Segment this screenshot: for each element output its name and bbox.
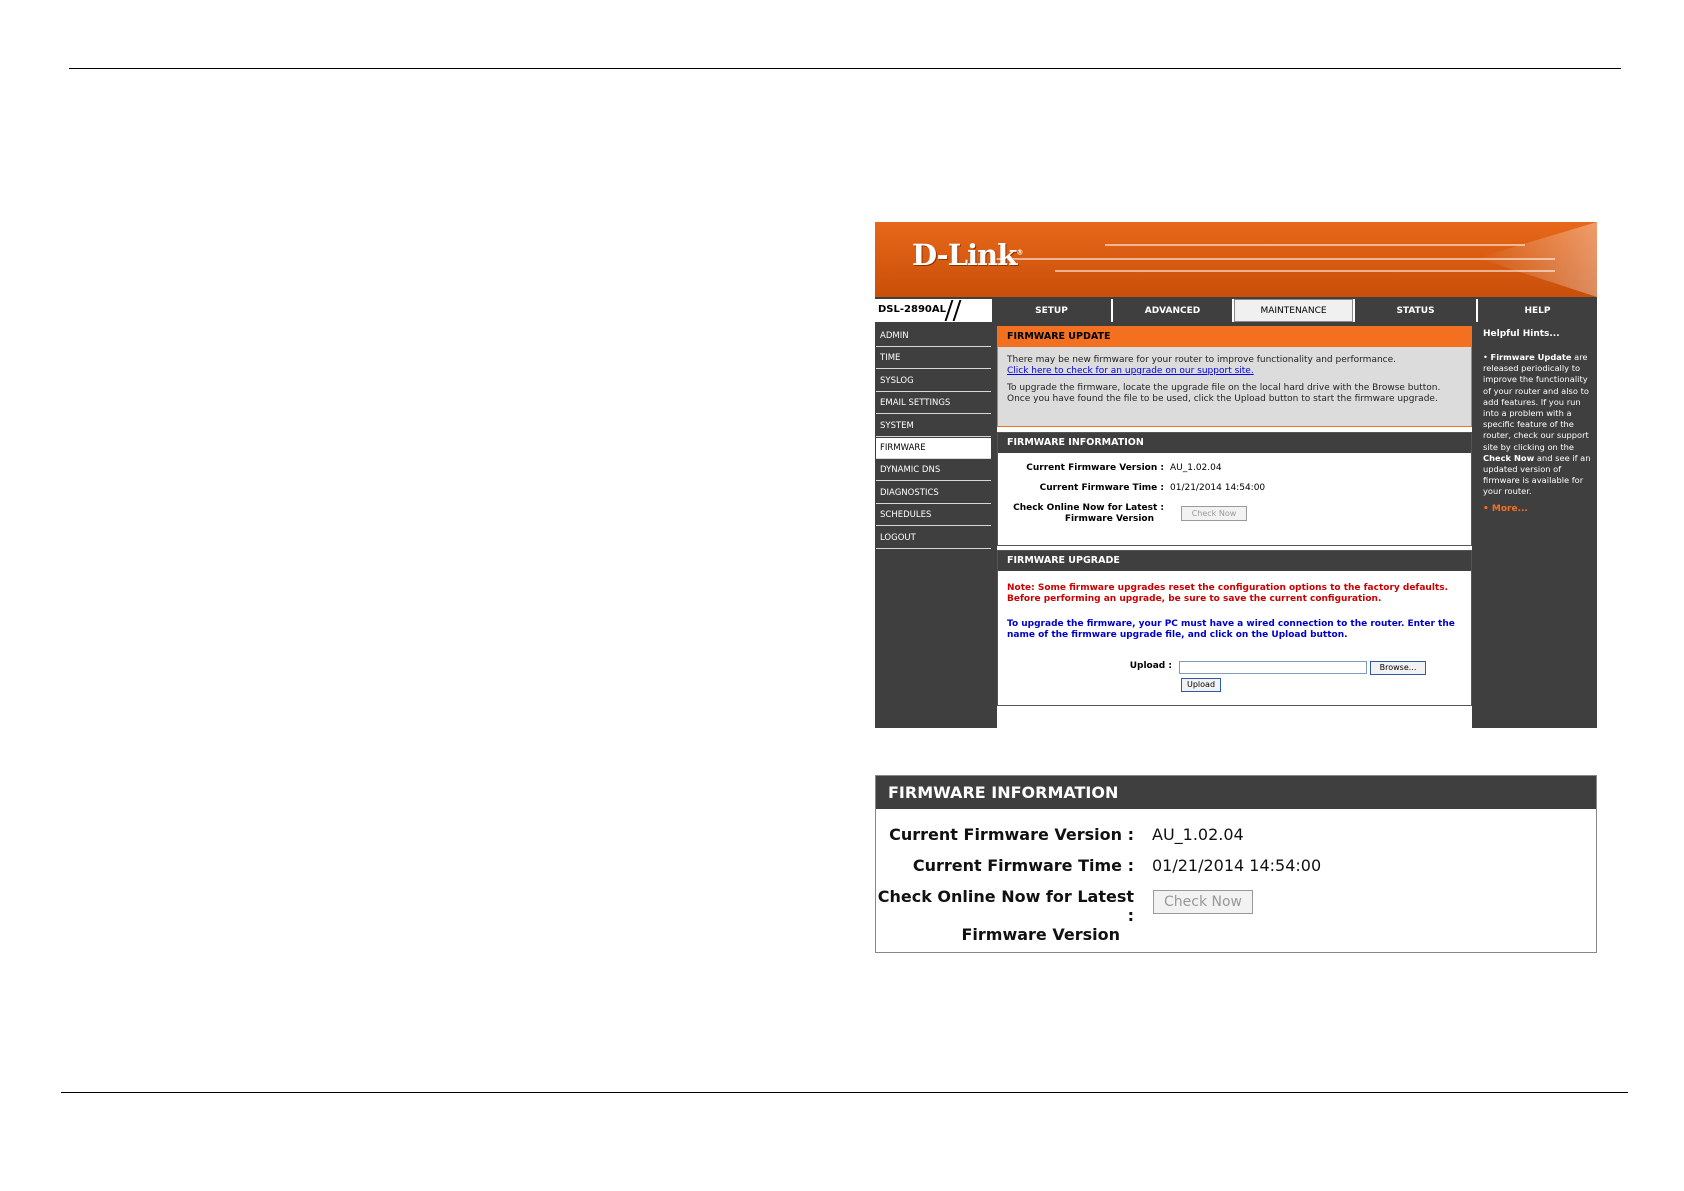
sidebar-item-system[interactable]: SYSTEM [876,416,991,437]
firmware-upgrade-title: FIRMWARE UPGRADE [998,551,1471,571]
zoom-check-label: Check Online Now for Latest : Firmware V… [877,887,1134,944]
sidebar-item-syslog[interactable]: SYSLOG [876,371,991,392]
top-rule [69,68,1621,69]
sidebar: ADMIN TIME SYSLOG EMAIL SETTINGS SYSTEM … [876,326,991,550]
tab-setup[interactable]: SETUP [992,299,1111,322]
model-badge: DSL-2890AL [875,299,990,322]
zoom-check-now-button[interactable]: Check Now [1153,890,1253,914]
time-value: 01/21/2014 14:54:00 [1170,483,1266,493]
firmware-update-panel: FIRMWARE UPDATE There may be new firmwar… [997,326,1472,427]
zoom-version-value: AU_1.02.04 [1152,825,1244,844]
sidebar-item-dynamic-dns[interactable]: DYNAMIC DNS [876,460,991,482]
version-value: AU_1.02.04 [1170,463,1222,473]
header-banner: D-Link® [875,222,1597,297]
sidebar-item-time[interactable]: TIME [876,348,991,370]
firmware-info-panel: FIRMWARE INFORMATION Current Firmware Ve… [997,432,1472,546]
hints-more-link[interactable]: • More... [1480,498,1597,514]
tab-status[interactable]: STATUS [1355,299,1476,322]
tab-advanced[interactable]: ADVANCED [1113,299,1232,322]
browse-button[interactable]: Browse... [1370,661,1426,675]
sidebar-item-email-settings[interactable]: EMAIL SETTINGS [876,393,991,415]
hints-body: • Firmware Update are released periodica… [1483,352,1591,497]
router-screenshot: D-Link® DSL-2890AL SETUP ADVANCED MAINTE… [875,222,1597,728]
firmware-info-zoom: FIRMWARE INFORMATION Current Firmware Ve… [875,775,1597,953]
sidebar-item-diagnostics[interactable]: DIAGNOSTICS [876,483,991,504]
check-label: Check Online Now for Latest : Firmware V… [1013,503,1164,524]
upgrade-note: Note: Some firmware upgrades reset the c… [1007,583,1448,604]
upgrade-instructions: To upgrade the firmware, your PC must ha… [1007,619,1455,640]
update-intro: There may be new firmware for your route… [1007,355,1397,365]
upload-label: Upload : [1129,661,1172,671]
firmware-info-title: FIRMWARE INFORMATION [998,433,1471,453]
sidebar-item-schedules[interactable]: SCHEDULES [876,505,991,527]
update-instructions: To upgrade the firmware, locate the upgr… [1007,383,1441,404]
check-now-button[interactable]: Check Now [1181,506,1247,521]
model-name: DSL-2890AL [878,304,946,315]
firmware-upgrade-panel: FIRMWARE UPGRADE Note: Some firmware upg… [997,550,1472,706]
upload-file-input[interactable] [1179,661,1367,674]
version-label: Current Firmware Version : [1026,463,1164,473]
bottom-rule [61,1092,1628,1093]
hints-title: Helpful Hints... [1483,329,1560,339]
upload-button[interactable]: Upload [1181,678,1221,692]
sidebar-item-logout[interactable]: LOGOUT [876,528,991,549]
nav-bar: DSL-2890AL SETUP ADVANCED MAINTENANCE ST… [875,299,1597,322]
dlink-logo: D-Link® [912,238,1023,272]
helpful-hints: Helpful Hints... • Firmware Update are r… [1480,326,1597,728]
tab-maintenance[interactable]: MAINTENANCE [1234,299,1353,322]
support-site-link[interactable]: Click here to check for an upgrade on ou… [1007,366,1462,377]
zoom-version-label: Current Firmware Version : [889,825,1134,844]
firmware-update-title: FIRMWARE UPDATE [998,327,1471,347]
tab-help[interactable]: HELP [1478,299,1597,322]
sidebar-item-firmware[interactable]: FIRMWARE [876,437,991,459]
zoom-time-value: 01/21/2014 14:54:00 [1152,856,1322,875]
zoom-time-label: Current Firmware Time : [912,856,1134,875]
zoom-title: FIRMWARE INFORMATION [876,776,1596,809]
main-content: FIRMWARE UPDATE There may be new firmwar… [997,326,1472,728]
sidebar-item-admin[interactable]: ADMIN [876,326,991,347]
time-label: Current Firmware Time : [1039,483,1164,493]
